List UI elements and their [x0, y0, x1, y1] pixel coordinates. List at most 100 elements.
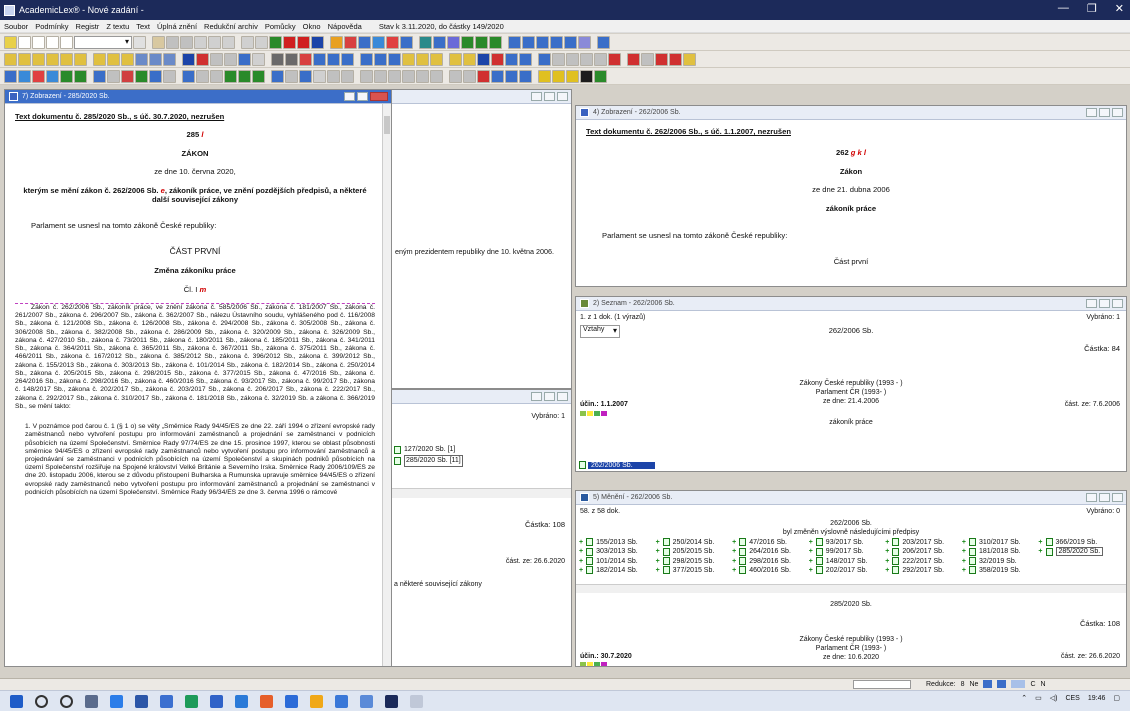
amending-law-item[interactable]: +32/2019 Sb.: [962, 557, 1037, 565]
toolbar-button-icon[interactable]: [93, 52, 106, 66]
expand-icon[interactable]: +: [579, 548, 583, 555]
toolbar-button-icon[interactable]: [430, 69, 443, 83]
list-item[interactable]: 262/2006 Sb.: [579, 461, 655, 469]
amending-law-item[interactable]: +148/2017 Sb.: [809, 557, 884, 565]
toolbar-button-icon[interactable]: [641, 52, 654, 66]
toolbar-button-icon[interactable]: [299, 52, 312, 66]
expand-icon[interactable]: +: [885, 548, 889, 555]
toolbar-button-icon[interactable]: [594, 69, 607, 83]
expand-icon[interactable]: +: [732, 567, 736, 574]
toolbar-button-icon[interactable]: [344, 35, 357, 49]
toolbar-button-icon[interactable]: [149, 52, 162, 66]
toolbar-button-icon[interactable]: [180, 35, 193, 49]
toolbar-button-icon[interactable]: [32, 69, 45, 83]
amending-law-item[interactable]: +303/2013 Sb.: [579, 547, 654, 556]
menu-z-textu[interactable]: Z textu: [106, 22, 129, 31]
toolbar-button-icon[interactable]: [341, 69, 354, 83]
toolbar-button-icon[interactable]: [433, 35, 446, 49]
app-icon[interactable]: [410, 694, 423, 708]
academiclex-icon[interactable]: [385, 694, 398, 708]
menu-redukcni-archiv[interactable]: Redukční archiv: [204, 22, 258, 31]
volume-icon[interactable]: ◁): [1050, 694, 1058, 702]
close-icon[interactable]: [1112, 299, 1123, 308]
toolbar-button-icon[interactable]: [522, 35, 535, 49]
restore-icon[interactable]: [1099, 493, 1110, 502]
toolbar-button-icon[interactable]: [400, 35, 413, 49]
amending-law-item[interactable]: +202/2017 Sb.: [809, 566, 884, 574]
amending-law-item[interactable]: +358/2019 Sb.: [962, 566, 1037, 574]
menu-soubor[interactable]: Soubor: [4, 22, 28, 31]
amending-law-item[interactable]: +285/2020 Sb.: [1038, 547, 1113, 556]
document-number-2[interactable]: 285/2020 Sb.: [576, 601, 1126, 608]
expand-icon[interactable]: +: [809, 558, 813, 565]
notifications-icon[interactable]: ▢: [1113, 694, 1120, 702]
toolbar-button-icon[interactable]: [252, 52, 265, 66]
toolbar-button-icon[interactable]: [477, 52, 490, 66]
toolbar-button-icon[interactable]: [374, 52, 387, 66]
expand-icon[interactable]: +: [962, 558, 966, 565]
no-label[interactable]: Ne: [969, 681, 978, 688]
app-icon[interactable]: [260, 694, 273, 708]
clock[interactable]: 19:46: [1088, 695, 1106, 702]
menu-pomucky[interactable]: Pomůcky: [265, 22, 296, 31]
cortana-icon[interactable]: [60, 694, 73, 708]
app-icon[interactable]: [335, 694, 348, 708]
toolbar-button-icon[interactable]: [107, 52, 120, 66]
restore-icon[interactable]: [544, 92, 555, 101]
expand-icon[interactable]: +: [885, 567, 889, 574]
window-title-bar[interactable]: [392, 390, 571, 404]
toolbar-button-icon[interactable]: [299, 69, 312, 83]
toolbar-button-icon[interactable]: [74, 52, 87, 66]
toolbar-button-icon[interactable]: [538, 52, 551, 66]
toolbar-button-icon[interactable]: [271, 69, 284, 83]
minimize-icon[interactable]: [1086, 493, 1097, 502]
toolbar-button-icon[interactable]: [163, 52, 176, 66]
amending-law-item[interactable]: +101/2014 Sb.: [579, 557, 654, 565]
menu-uplna-zneni[interactable]: Úplná znění: [157, 22, 197, 31]
annotation-mark[interactable]: m: [199, 285, 206, 294]
toolbar-button-icon[interactable]: [491, 52, 504, 66]
toolbar-button-icon[interactable]: [32, 52, 45, 66]
horizontal-scrollbar[interactable]: [392, 488, 571, 498]
toolbar-button-icon[interactable]: [18, 52, 31, 66]
toolbar-button-icon[interactable]: [311, 35, 324, 49]
window-title-bar[interactable]: 7) Zobrazení - 285/2020 Sb.: [5, 90, 391, 104]
expand-icon[interactable]: +: [809, 567, 813, 574]
toolbar-button-icon[interactable]: [163, 69, 176, 83]
toolbar-button-icon[interactable]: [4, 35, 17, 49]
minimize-icon[interactable]: [531, 92, 542, 101]
list-item[interactable]: 127/2020 Sb. [1]: [394, 445, 463, 455]
toolbar-button-icon[interactable]: [566, 69, 579, 83]
document-heading[interactable]: Text dokumentu č. 262/2006 Sb., s úč. 1.…: [586, 127, 1116, 136]
toolbar-button-icon[interactable]: [669, 52, 682, 66]
toolbar-button-icon[interactable]: [255, 35, 268, 49]
minimize-icon[interactable]: —: [1058, 2, 1069, 15]
expand-icon[interactable]: +: [656, 539, 660, 546]
minimize-icon[interactable]: [344, 92, 355, 101]
amending-law-item[interactable]: +264/2016 Sb.: [732, 547, 807, 556]
scrollbar-thumb[interactable]: [384, 116, 390, 134]
expand-icon[interactable]: +: [962, 539, 966, 546]
menu-napoveda[interactable]: Nápověda: [328, 22, 362, 31]
amending-law-item[interactable]: +292/2017 Sb.: [885, 566, 960, 574]
expand-icon[interactable]: +: [1038, 539, 1042, 546]
amending-law-item[interactable]: +206/2017 Sb.: [885, 547, 960, 556]
amending-law-item[interactable]: +203/2017 Sb.: [885, 538, 960, 546]
document-number[interactable]: 262/2006 Sb.: [576, 520, 1126, 527]
toolbar-button-icon[interactable]: [60, 69, 73, 83]
toolbar-button-icon[interactable]: [374, 69, 387, 83]
toolbar-button-icon[interactable]: [608, 52, 621, 66]
toolbar-button-icon[interactable]: [508, 35, 521, 49]
restore-icon[interactable]: [1099, 299, 1110, 308]
amending-law-item[interactable]: +310/2017 Sb.: [962, 538, 1037, 546]
restore-icon[interactable]: [357, 92, 368, 101]
mail-icon[interactable]: [285, 694, 298, 708]
toolbar-button-icon[interactable]: [285, 69, 298, 83]
close-icon[interactable]: [1112, 108, 1123, 117]
expand-icon[interactable]: +: [962, 567, 966, 574]
toolbar-button-icon[interactable]: [627, 52, 640, 66]
restore-icon[interactable]: [544, 392, 555, 401]
toolbar-button-icon[interactable]: [271, 52, 284, 66]
amending-law-item[interactable]: +99/2017 Sb.: [809, 547, 884, 556]
annotation-mark[interactable]: g k l: [851, 148, 866, 157]
